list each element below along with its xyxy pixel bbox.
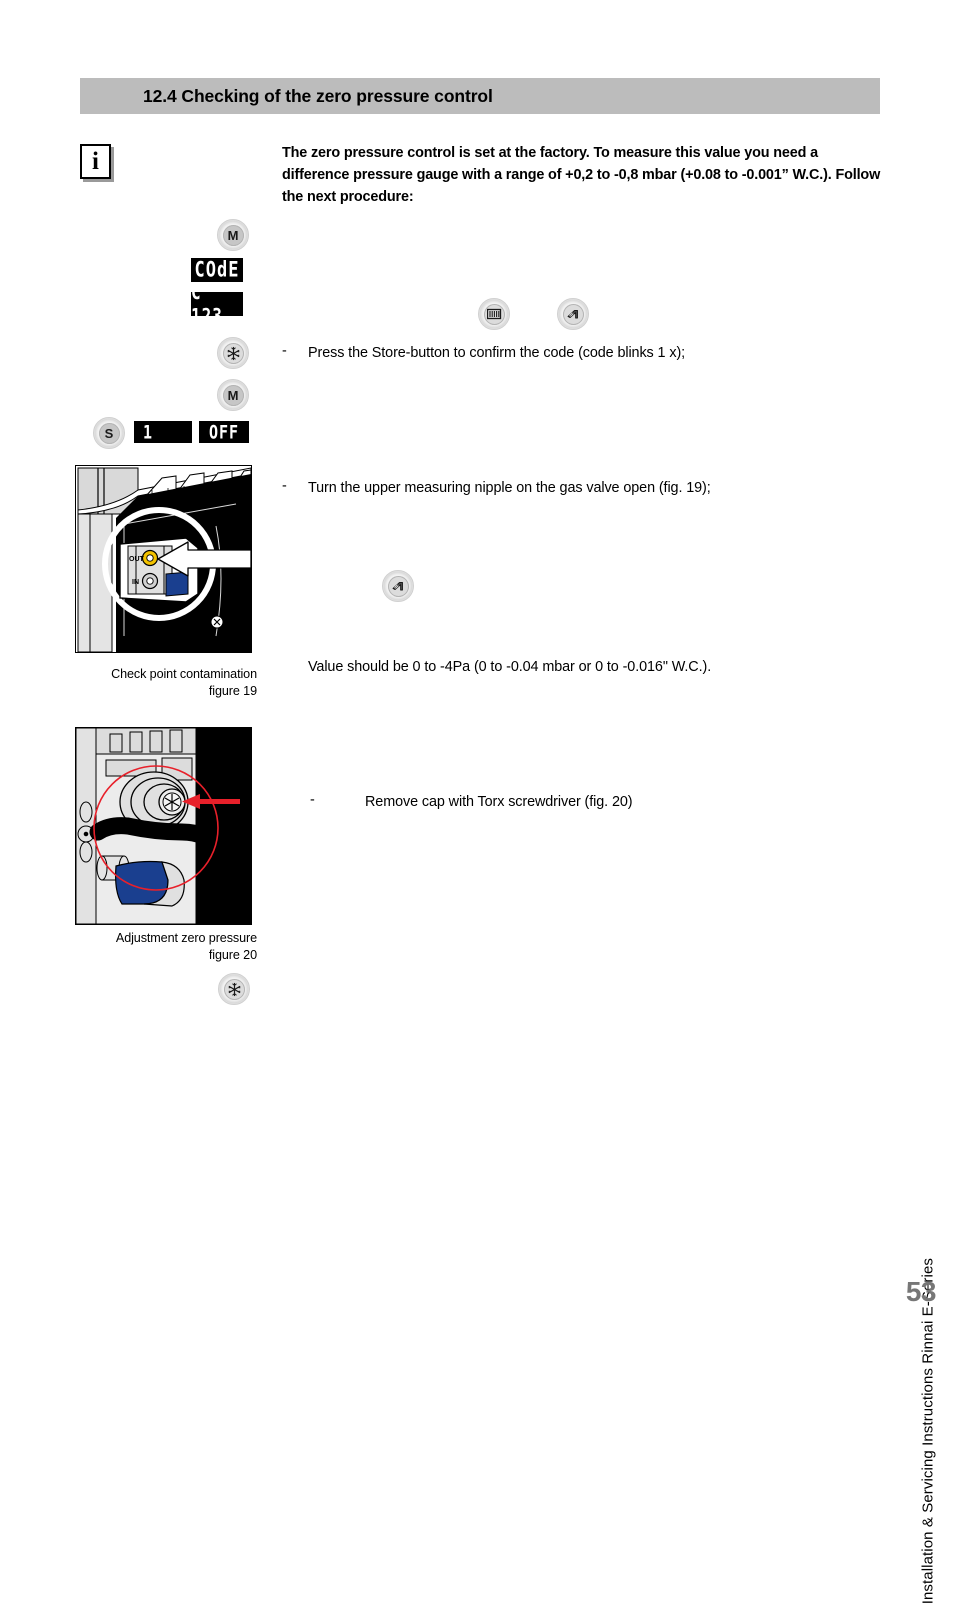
step-2-text: Turn the upper measuring nipple on the g… [308,478,711,498]
lcd-code-display: COdE [191,258,243,282]
store-snowflake-button-icon[interactable] [218,973,250,1005]
store-snowflake-button-icon[interactable] [217,337,249,369]
step-1-text: Press the Store-button to confirm the co… [308,343,685,363]
lcd-code-value-display: C 123 [191,292,243,316]
svg-text:IN: IN [132,579,139,586]
menu-button-label: M [223,385,244,406]
lcd-state-display: OFF [199,421,249,443]
step-2-bullet: - [282,478,287,494]
select-button-label: S [99,423,120,444]
menu-button-icon[interactable]: M [217,379,249,411]
figure-20-image [75,727,252,925]
menu-button-label: M [223,225,244,246]
tap-hot-water-icon[interactable] [557,298,589,330]
figure-19-image: OUT IN [75,465,252,653]
page-number: 53 [906,1276,936,1308]
select-button-icon[interactable]: S [93,417,125,449]
lcd-param-display: 1 [134,421,192,443]
page-title: 12.4 Checking of the zero pressure contr… [143,86,493,107]
info-icon: i [80,144,114,182]
radiator-heating-icon[interactable] [478,298,510,330]
figure-19-caption: Check point contamination figure 19 [60,666,257,700]
section-header-bar: 12.4 Checking of the zero pressure contr… [80,78,880,114]
intro-paragraph: The zero pressure control is set at the … [282,142,882,208]
step-3-text: Remove cap with Torx screwdriver (fig. 2… [365,792,632,812]
step-3-bullet: - [310,792,315,808]
value-note-text: Value should be 0 to -4Pa (0 to -0.04 mb… [308,657,711,677]
document-footer-title: Installation & Servicing Instructions Ri… [919,1258,936,1604]
menu-button-icon[interactable]: M [217,219,249,251]
step-1-bullet: - [282,343,287,359]
info-icon-glyph: i [80,144,111,179]
tap-hot-water-icon[interactable] [382,570,414,602]
svg-text:OUT: OUT [129,556,145,563]
figure-20-caption: Adjustment zero pressure figure 20 [60,930,257,964]
